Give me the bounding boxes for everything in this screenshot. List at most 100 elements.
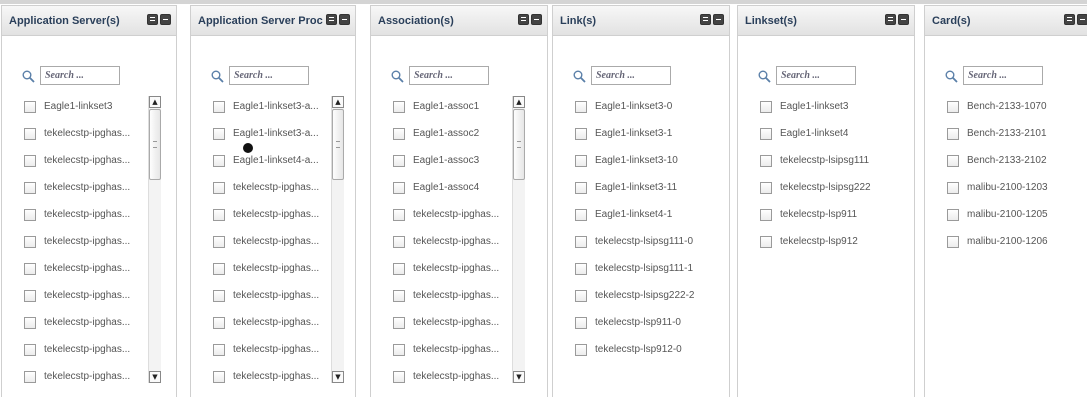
minimize-icon[interactable]	[713, 14, 724, 25]
item-checkbox[interactable]	[24, 316, 36, 329]
list-item[interactable]: Bench-2133-2102	[947, 147, 1048, 174]
list-item[interactable]: tekelecstp-ipghas...	[213, 201, 319, 228]
list-item[interactable]: tekelecstp-lsipsg222	[760, 174, 871, 201]
item-checkbox[interactable]	[393, 181, 405, 194]
list-item[interactable]: tekelecstp-ipghas...	[24, 174, 130, 201]
list-item[interactable]: tekelecstp-ipghas...	[24, 282, 130, 309]
item-checkbox[interactable]	[393, 100, 405, 113]
list-item[interactable]: tekelecstp-ipghas...	[24, 336, 130, 363]
item-checkbox[interactable]	[213, 289, 225, 302]
item-checkbox[interactable]	[393, 127, 405, 140]
item-checkbox[interactable]	[213, 235, 225, 248]
list-item[interactable]: tekelecstp-ipghas...	[393, 255, 499, 282]
list-item[interactable]: Eagle1-linkset4-1	[575, 201, 695, 228]
list-item[interactable]: Eagle1-linkset3-a...	[213, 120, 319, 147]
item-checkbox[interactable]	[575, 127, 587, 140]
item-checkbox[interactable]	[760, 154, 772, 167]
list-item[interactable]: Eagle1-assoc1	[393, 93, 499, 120]
item-checkbox[interactable]	[24, 289, 36, 302]
search-input[interactable]	[963, 66, 1043, 85]
item-checkbox[interactable]	[213, 100, 225, 113]
item-checkbox[interactable]	[947, 181, 959, 194]
item-checkbox[interactable]	[213, 262, 225, 275]
list-item[interactable]: tekelecstp-lsipsg111	[760, 147, 871, 174]
list-item[interactable]: tekelecstp-lsipsg111-1	[575, 255, 695, 282]
item-checkbox[interactable]	[24, 370, 36, 383]
scrollbar-thumb[interactable]	[149, 109, 161, 180]
list-item[interactable]: tekelecstp-lsipsg222-2	[575, 282, 695, 309]
minimize-icon[interactable]	[160, 14, 171, 25]
list-item[interactable]: tekelecstp-ipghas...	[393, 309, 499, 336]
maximize-icon[interactable]	[518, 14, 529, 25]
item-checkbox[interactable]	[213, 181, 225, 194]
list-item[interactable]: Eagle1-linkset3	[24, 93, 130, 120]
list-item[interactable]: Eagle1-assoc3	[393, 147, 499, 174]
item-checkbox[interactable]	[393, 316, 405, 329]
list-item[interactable]: tekelecstp-lsp912-0	[575, 336, 695, 363]
search-input[interactable]	[409, 66, 489, 85]
minimize-icon[interactable]	[339, 14, 350, 25]
list-item[interactable]: tekelecstp-ipghas...	[24, 255, 130, 282]
list-item[interactable]: tekelecstp-ipghas...	[393, 336, 499, 363]
search-icon[interactable]	[573, 70, 586, 83]
scroll-down-icon[interactable]: ▼	[332, 371, 344, 383]
item-checkbox[interactable]	[24, 181, 36, 194]
item-checkbox[interactable]	[575, 262, 587, 275]
list-item[interactable]: tekelecstp-lsp912	[760, 228, 871, 255]
list-scrollbar[interactable]: ▲ ▼	[512, 96, 525, 383]
search-icon[interactable]	[758, 70, 771, 83]
item-checkbox[interactable]	[947, 208, 959, 221]
item-checkbox[interactable]	[213, 316, 225, 329]
item-checkbox[interactable]	[24, 100, 36, 113]
item-checkbox[interactable]	[393, 208, 405, 221]
scroll-up-icon[interactable]: ▲	[149, 96, 161, 108]
item-checkbox[interactable]	[947, 235, 959, 248]
list-item[interactable]: Eagle1-linkset4-a...	[213, 147, 319, 174]
search-icon[interactable]	[22, 70, 35, 83]
list-item[interactable]: tekelecstp-lsp911	[760, 201, 871, 228]
maximize-icon[interactable]	[1064, 14, 1075, 25]
list-scrollbar[interactable]: ▲ ▼	[148, 96, 161, 383]
item-checkbox[interactable]	[947, 154, 959, 167]
item-checkbox[interactable]	[947, 127, 959, 140]
search-input[interactable]	[229, 66, 309, 85]
minimize-icon[interactable]	[531, 14, 542, 25]
list-item[interactable]: malibu-2100-1205	[947, 201, 1048, 228]
scroll-up-icon[interactable]: ▲	[513, 96, 525, 108]
search-input[interactable]	[591, 66, 671, 85]
list-item[interactable]: malibu-2100-1206	[947, 228, 1048, 255]
search-icon[interactable]	[211, 70, 224, 83]
list-item[interactable]: Eagle1-linkset3	[760, 93, 871, 120]
list-item[interactable]: tekelecstp-ipghas...	[213, 228, 319, 255]
item-checkbox[interactable]	[575, 316, 587, 329]
search-icon[interactable]	[945, 70, 958, 83]
item-checkbox[interactable]	[213, 127, 225, 140]
item-checkbox[interactable]	[393, 235, 405, 248]
list-item[interactable]: tekelecstp-ipghas...	[24, 228, 130, 255]
maximize-icon[interactable]	[700, 14, 711, 25]
list-item[interactable]: tekelecstp-ipghas...	[213, 282, 319, 309]
list-item[interactable]: tekelecstp-ipghas...	[24, 363, 130, 390]
list-item[interactable]: tekelecstp-lsp911-0	[575, 309, 695, 336]
item-checkbox[interactable]	[575, 208, 587, 221]
item-checkbox[interactable]	[760, 181, 772, 194]
maximize-icon[interactable]	[885, 14, 896, 25]
list-item[interactable]: tekelecstp-ipghas...	[393, 363, 499, 390]
list-item[interactable]: tekelecstp-ipghas...	[393, 201, 499, 228]
item-checkbox[interactable]	[575, 289, 587, 302]
list-item[interactable]: tekelecstp-ipghas...	[213, 363, 319, 390]
list-item[interactable]: Eagle1-linkset3-0	[575, 93, 695, 120]
list-item[interactable]: tekelecstp-ipghas...	[213, 336, 319, 363]
list-item[interactable]: tekelecstp-ipghas...	[393, 282, 499, 309]
list-item[interactable]: Eagle1-linkset3-11	[575, 174, 695, 201]
list-item[interactable]: Eagle1-linkset4	[760, 120, 871, 147]
scrollbar-thumb[interactable]	[332, 109, 344, 180]
list-item[interactable]: tekelecstp-lsipsg111-0	[575, 228, 695, 255]
item-checkbox[interactable]	[24, 235, 36, 248]
item-checkbox[interactable]	[760, 127, 772, 140]
list-scrollbar[interactable]: ▲ ▼	[331, 96, 344, 383]
search-icon[interactable]	[391, 70, 404, 83]
list-item[interactable]: Eagle1-assoc2	[393, 120, 499, 147]
item-checkbox[interactable]	[24, 262, 36, 275]
item-checkbox[interactable]	[760, 235, 772, 248]
